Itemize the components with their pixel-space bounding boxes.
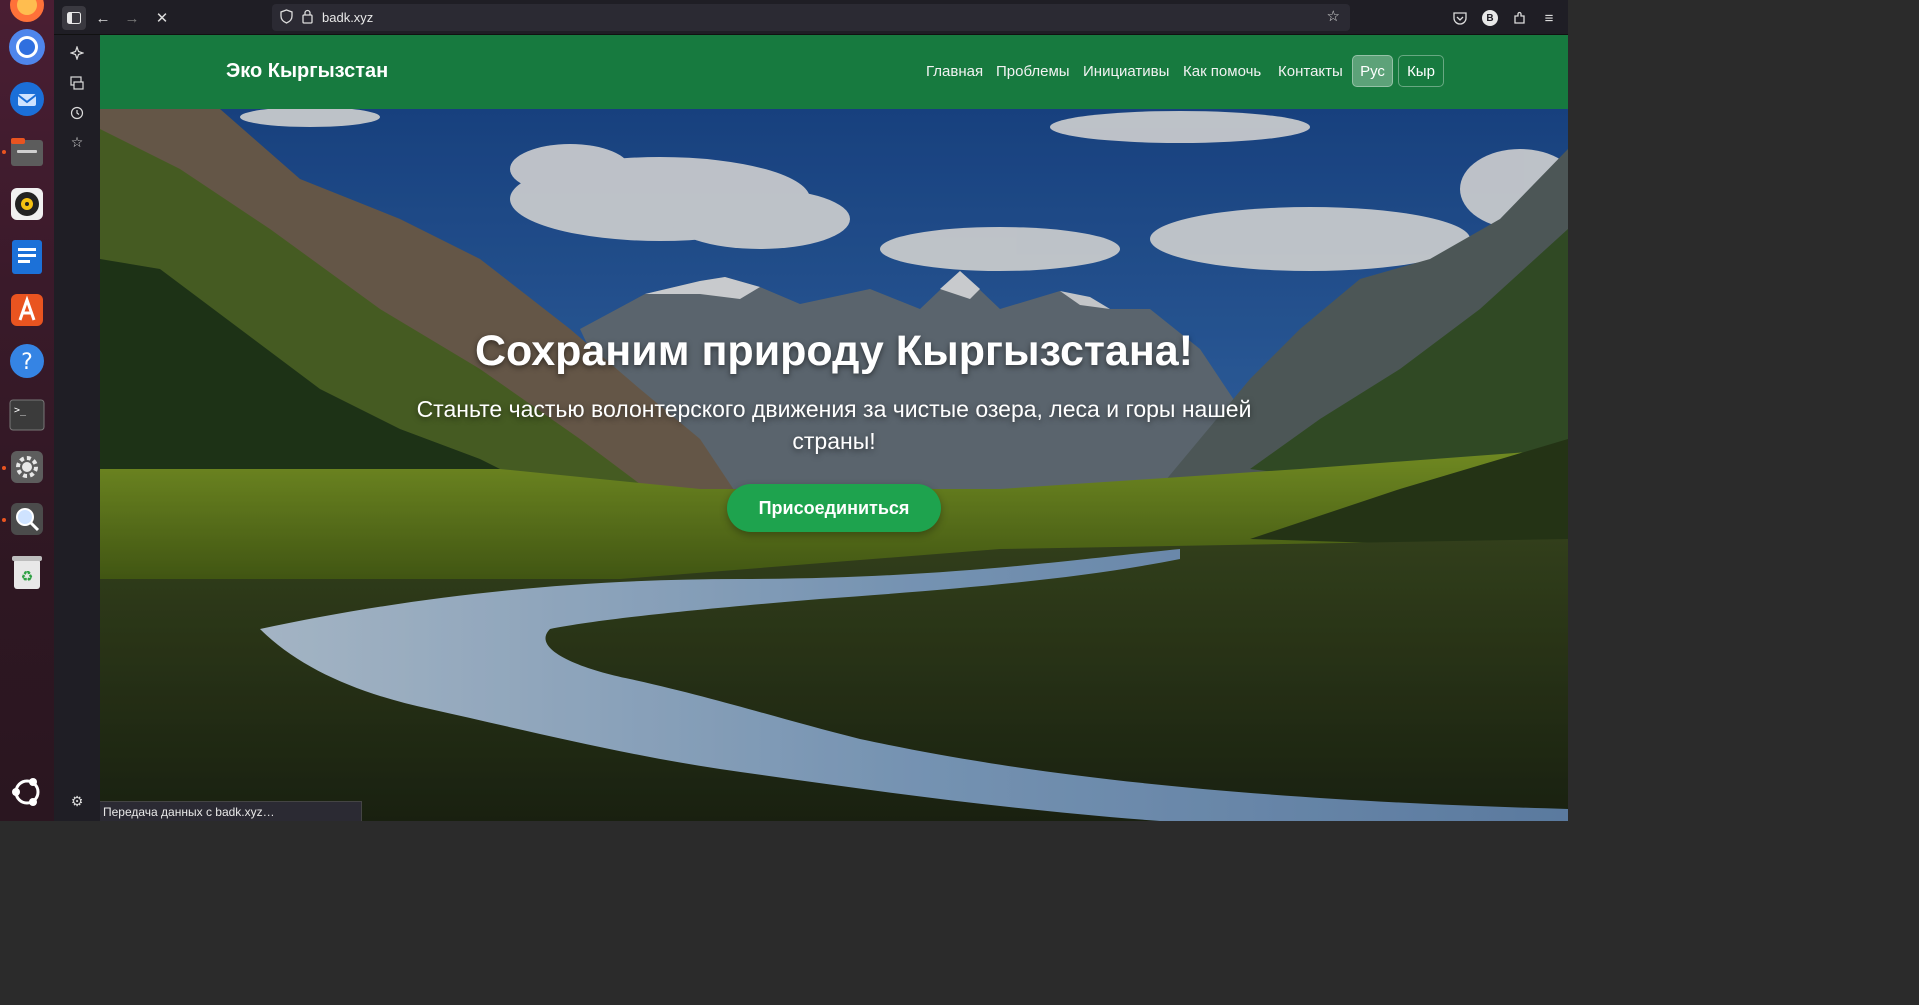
sidebar-toggle-icon[interactable] — [62, 6, 86, 30]
hero-section: Сохраним природу Кыргызстана! Станьте ча… — [100, 109, 1568, 821]
site-navbar: Эко Кыргызстан Главная Проблемы Инициати… — [100, 35, 1568, 109]
thunderbird-icon[interactable] — [6, 78, 48, 120]
ubuntu-logo-icon[interactable] — [6, 771, 48, 813]
back-arrow-icon[interactable]: ← — [91, 6, 115, 30]
tracking-shield-icon[interactable] — [280, 9, 293, 29]
url-bar[interactable]: badk.xyz ☆ — [272, 4, 1350, 31]
account-avatar[interactable]: B — [1478, 6, 1502, 30]
sidebar-settings-gear-icon[interactable]: ⚙ — [65, 789, 89, 813]
history-clock-icon[interactable] — [65, 101, 89, 125]
ai-chatbot-icon[interactable] — [65, 41, 89, 65]
files-icon[interactable] — [6, 131, 48, 173]
language-kyrgyz-button[interactable]: Кыр — [1398, 55, 1444, 87]
stop-loading-icon[interactable]: ✕ — [150, 6, 174, 30]
svg-text:?: ? — [21, 350, 33, 375]
svg-text:>_: >_ — [14, 405, 27, 416]
pocket-icon[interactable] — [1448, 6, 1472, 30]
rhythmbox-icon[interactable] — [6, 183, 48, 225]
help-icon[interactable]: ? — [6, 340, 48, 382]
nav-link-initiatives[interactable]: Инициативы — [1083, 63, 1169, 80]
terminal-icon[interactable]: >_ — [6, 394, 48, 436]
synced-tabs-icon[interactable] — [65, 71, 89, 95]
hero-subtitle: Станьте частью волонтерского движения за… — [416, 396, 1252, 454]
browser-status-bar: Передача данных с badk.xyz… — [100, 801, 362, 821]
settings-icon[interactable] — [6, 446, 48, 488]
extensions-icon[interactable] — [1508, 6, 1532, 30]
app-center-icon[interactable] — [6, 289, 48, 331]
join-button[interactable]: Присоединиться — [727, 484, 941, 532]
firefox-icon[interactable] — [6, 0, 48, 26]
menu-hamburger-icon[interactable]: ≡ — [1537, 6, 1561, 30]
forward-arrow-icon[interactable]: → — [120, 6, 144, 30]
bookmarks-star-icon[interactable]: ☆ — [65, 130, 89, 154]
trash-icon[interactable]: ♻ — [6, 551, 48, 593]
magnifier-icon[interactable] — [6, 498, 48, 540]
language-russian-button[interactable]: Рус — [1352, 55, 1393, 87]
nav-link-how-to-help[interactable]: Как помочь — [1183, 63, 1261, 80]
page-viewport: Эко Кыргызстан Главная Проблемы Инициати… — [100, 35, 1568, 821]
bookmark-star-icon[interactable]: ☆ — [1327, 7, 1340, 25]
nav-link-problems[interactable]: Проблемы — [996, 63, 1070, 80]
os-dock: ? >_ ♻ — [0, 0, 54, 821]
svg-text:♻: ♻ — [21, 569, 34, 585]
nav-link-home[interactable]: Главная — [926, 63, 983, 80]
browser-toolbar: ← → ✕ badk.xyz ☆ B ≡ — [54, 0, 1568, 35]
site-brand[interactable]: Эко Кыргызстан — [226, 60, 388, 83]
nav-link-contacts[interactable]: Контакты — [1278, 63, 1343, 80]
writer-icon[interactable] — [6, 236, 48, 278]
browser-sidebar: ☆ ⚙ — [54, 35, 100, 821]
chrome-icon[interactable] — [6, 26, 48, 68]
hero-landscape-image — [100, 109, 1568, 821]
url-text[interactable]: badk.xyz — [322, 10, 373, 25]
hero-title: Сохраним природу Кыргызстана! — [474, 327, 1194, 375]
lock-icon[interactable] — [302, 9, 313, 29]
